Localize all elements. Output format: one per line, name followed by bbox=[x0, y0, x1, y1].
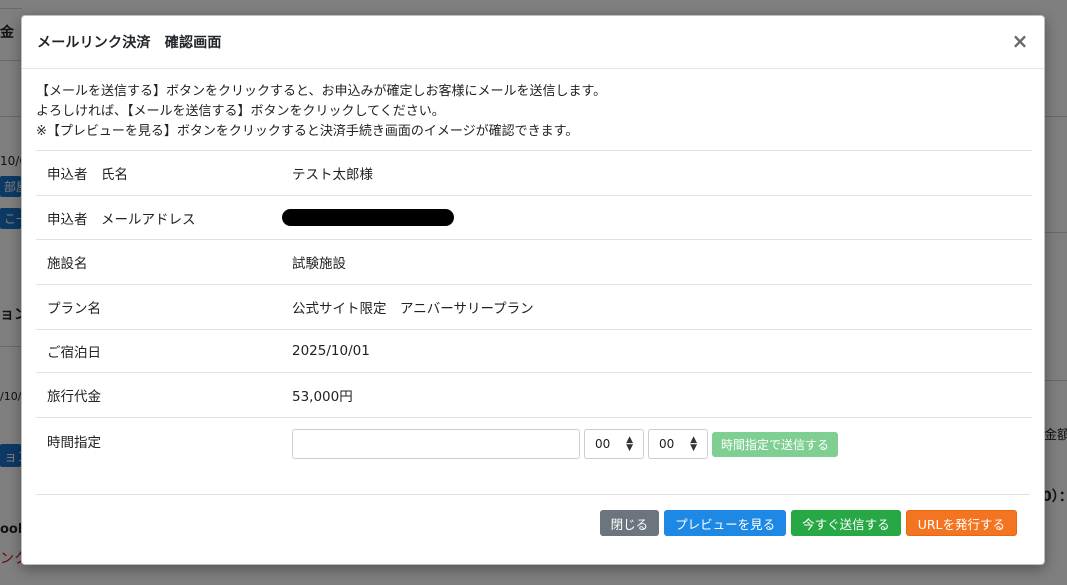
issue-url-button[interactable]: URLを発行する bbox=[905, 510, 1017, 536]
time-controls: 00 ▲ ▼ 00 ▲ ▼ 時間指定で送信する bbox=[292, 418, 1032, 459]
row-label: 旅行代金 bbox=[47, 389, 101, 405]
preview-button[interactable]: プレビューを見る bbox=[664, 510, 787, 536]
row-label: 時間指定 bbox=[47, 435, 101, 451]
row-stay-date: ご宿泊日 2025/10/01 bbox=[36, 330, 1032, 373]
intro-text: 【メールを送信する】ボタンをクリックすると、お申込みが確定しお客様にメールを送信… bbox=[36, 82, 1030, 142]
row-label: 申込者 メールアドレス bbox=[47, 211, 196, 228]
row-plan: プラン名 公式サイト限定 アニバーサリープラン bbox=[36, 285, 1032, 330]
row-value: 2025/10/01 bbox=[292, 343, 370, 359]
row-value bbox=[282, 209, 1032, 226]
redacted-email bbox=[282, 209, 454, 226]
hour-value: 00 bbox=[595, 437, 611, 451]
select-arrows-icon: ▲ ▼ bbox=[626, 435, 633, 453]
close-icon[interactable]: × bbox=[1010, 30, 1030, 52]
modal-footer: 閉じる プレビューを見る 今すぐ送信する URLを発行する bbox=[595, 510, 1017, 536]
row-facility: 施設名 試験施設 bbox=[36, 240, 1032, 285]
row-value: テスト太郎様 bbox=[292, 167, 373, 183]
modal-header: メールリンク決済 確認画面 × bbox=[22, 16, 1044, 69]
minute-select[interactable]: 00 ▲ ▼ bbox=[648, 429, 708, 459]
intro-line: ※【プレビューを見る】ボタンをクリックすると決済手続き画面のイメージが確認できま… bbox=[36, 124, 579, 139]
close-button[interactable]: 閉じる bbox=[599, 510, 660, 536]
row-travel-fee: 旅行代金 53,000円 bbox=[36, 373, 1032, 418]
row-applicant-email: 申込者 メールアドレス bbox=[36, 196, 1032, 240]
send-now-button[interactable]: 今すぐ送信する bbox=[791, 510, 901, 536]
modal-title: メールリンク決済 確認画面 bbox=[37, 35, 222, 51]
select-arrows-icon: ▲ ▼ bbox=[690, 435, 697, 453]
schedule-date-input[interactable] bbox=[292, 429, 580, 459]
intro-line: よろしければ、【メールを送信する】ボタンをクリックしてください。 bbox=[36, 104, 445, 119]
info-table: 申込者 氏名 テスト太郎様 申込者 メールアドレス 施設名 試験施設 プラン名 … bbox=[36, 150, 1032, 486]
row-time-schedule: 時間指定 00 ▲ ▼ 00 ▲ ▼ 時間指定で送信する bbox=[36, 418, 1032, 486]
hour-select[interactable]: 00 ▲ ▼ bbox=[584, 429, 644, 459]
modal-body: 【メールを送信する】ボタンをクリックすると、お申込みが確定しお客様にメールを送信… bbox=[22, 69, 1044, 486]
minute-value: 00 bbox=[659, 437, 675, 451]
row-label: 申込者 氏名 bbox=[47, 167, 128, 183]
row-label: 施設名 bbox=[47, 256, 88, 272]
row-label: ご宿泊日 bbox=[47, 345, 101, 361]
row-value: 53,000円 bbox=[292, 389, 353, 405]
row-value: 公式サイト限定 アニバーサリープラン bbox=[292, 301, 534, 317]
row-applicant-name: 申込者 氏名 テスト太郎様 bbox=[36, 151, 1032, 196]
row-label: プラン名 bbox=[47, 301, 101, 317]
intro-line: 【メールを送信する】ボタンをクリックすると、お申込みが確定しお客様にメールを送信… bbox=[36, 84, 607, 99]
footer-divider bbox=[36, 494, 1030, 495]
confirmation-modal: メールリンク決済 確認画面 × 【メールを送信する】ボタンをクリックすると、お申… bbox=[21, 15, 1045, 565]
row-value: 試験施設 bbox=[292, 256, 346, 272]
schedule-send-button[interactable]: 時間指定で送信する bbox=[712, 431, 839, 457]
